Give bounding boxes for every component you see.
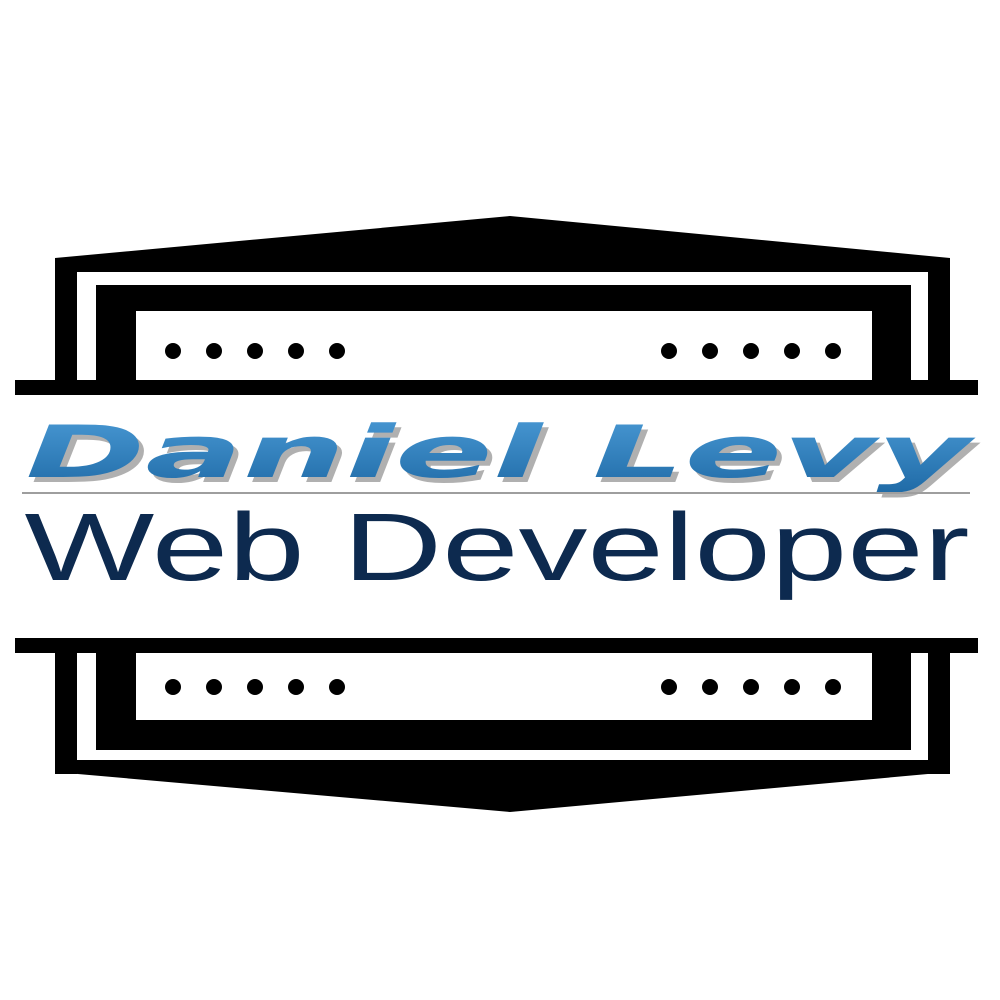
top-inner-frame-top: [96, 285, 911, 311]
dot: [206, 679, 222, 695]
dot: [288, 679, 304, 695]
dot: [247, 343, 263, 359]
logo-emblem: Daniel Levy Daniel Levy Web Developer: [15, 216, 982, 812]
top-base-bar: [15, 380, 978, 395]
top-outer-right-wall: [928, 258, 950, 384]
dot: [825, 679, 841, 695]
dot: [165, 679, 181, 695]
dot: [743, 343, 759, 359]
bottom-frame: [15, 638, 978, 812]
dot: [288, 343, 304, 359]
dot: [206, 343, 222, 359]
dot: [247, 679, 263, 695]
dot: [661, 679, 677, 695]
dot: [784, 343, 800, 359]
top-roof: [55, 216, 950, 272]
top-inner-right-wall: [872, 285, 911, 384]
bottom-outer-right-wall: [928, 650, 950, 774]
bottom-keel: [55, 760, 950, 812]
dot: [329, 343, 345, 359]
dot: [702, 343, 718, 359]
top-left-dots: [165, 343, 345, 359]
role-text: Web Developer: [25, 494, 970, 601]
dot: [825, 343, 841, 359]
logo: Daniel Levy Daniel Levy Web Developer: [0, 0, 1000, 1000]
bottom-top-bar: [15, 638, 978, 653]
dot: [165, 343, 181, 359]
dot: [784, 679, 800, 695]
bottom-outer-left-wall: [55, 650, 77, 774]
top-inner-left-wall: [96, 285, 136, 384]
top-outer-left-wall: [55, 258, 77, 384]
bottom-inner-frame-bottom: [96, 720, 911, 750]
name-text: Daniel Levy: [26, 410, 977, 494]
name-wordmark: Daniel Levy Daniel Levy: [26, 410, 982, 499]
dot: [702, 679, 718, 695]
dot: [743, 679, 759, 695]
bottom-left-dots: [165, 679, 345, 695]
top-right-dots: [661, 343, 841, 359]
dot: [329, 679, 345, 695]
bottom-right-dots: [661, 679, 841, 695]
top-frame: [15, 216, 978, 395]
dot: [661, 343, 677, 359]
